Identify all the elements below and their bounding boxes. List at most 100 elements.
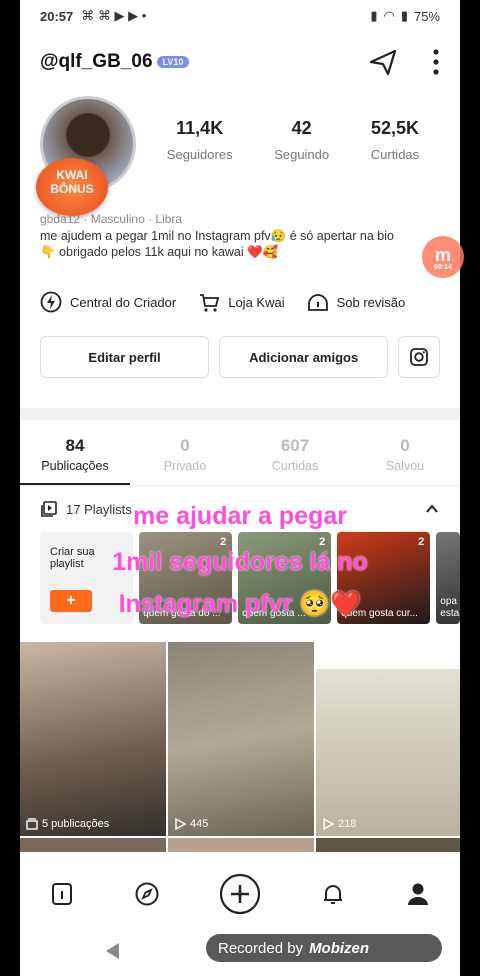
plus-icon[interactable]: + bbox=[50, 590, 92, 612]
home-icon[interactable] bbox=[49, 881, 75, 907]
tab-saved[interactable]: 0 Salvou bbox=[350, 420, 460, 485]
video-thumbnail[interactable]: 445 bbox=[168, 642, 314, 836]
kwai-bonus-badge[interactable]: KWAI BÔNUS bbox=[36, 158, 108, 216]
edit-profile-button[interactable]: Editar perfil bbox=[40, 336, 210, 378]
floating-bubble-timer: 00:14 bbox=[434, 264, 452, 271]
meta-sign: Libra bbox=[155, 212, 183, 226]
stat-followers[interactable]: 11,4K Seguidores bbox=[167, 118, 233, 198]
stat-value: 11,4K bbox=[176, 118, 224, 138]
play-icon bbox=[323, 818, 334, 830]
section-divider bbox=[20, 408, 460, 420]
playlist-caption: quem gosta cur... bbox=[341, 608, 418, 619]
tab-count: 0 bbox=[400, 436, 410, 455]
app-screen: 20:57 ⌘ ⌘ ▶ ▶ • ▮ ◠ ▮ 75% @qlf_GB_06 LV1… bbox=[20, 0, 460, 976]
tab-count: 0 bbox=[180, 436, 190, 455]
lightning-icon bbox=[40, 291, 62, 313]
meta-gender: Masculino bbox=[90, 212, 145, 226]
signal-icon: ▮ bbox=[370, 8, 378, 23]
playlists-header[interactable]: 17 Playlists bbox=[20, 486, 460, 532]
creator-center-button[interactable]: Central do Criador bbox=[40, 291, 176, 313]
wifi-icon: ◠ bbox=[383, 8, 395, 23]
stat-likes[interactable]: 52,5K Curtidas bbox=[371, 118, 419, 198]
avatar-container[interactable]: KWAI BÔNUS bbox=[36, 96, 136, 216]
username: @qlf_GB_06 bbox=[40, 51, 153, 72]
create-playlist-card[interactable]: Criar sua playlist + bbox=[40, 532, 134, 624]
playlist-caption: quem gosta ... bbox=[242, 608, 306, 619]
clock: 20:57 bbox=[40, 8, 74, 24]
video-thumbnail[interactable]: 5 publicações bbox=[20, 642, 166, 836]
recorder-brand: Mobizen bbox=[309, 939, 370, 957]
playlist-carousel: Criar sua playlist + 2 quem gosta do ...… bbox=[20, 532, 460, 628]
video-grid-next-row bbox=[20, 838, 460, 852]
battery-icon: ▮ bbox=[400, 8, 408, 23]
stat-label: Seguindo bbox=[274, 147, 330, 162]
stack-icon bbox=[26, 818, 38, 830]
profile-topbar: @qlf_GB_06 LV10 bbox=[20, 32, 460, 92]
content-tabs: 84 Publicações 0 Privado 607 Curtidas 0 … bbox=[20, 420, 460, 486]
badge-line-2: BÔNUS bbox=[50, 182, 94, 196]
discover-icon[interactable] bbox=[134, 881, 160, 907]
under-review-button[interactable]: Sob revisão bbox=[307, 291, 406, 313]
playlist-caption: quem gosta do ... bbox=[143, 608, 221, 619]
stat-value: 42 bbox=[291, 118, 312, 138]
floating-recorder-bubble[interactable]: m 00:14 bbox=[422, 236, 464, 278]
kwai-shop-label: Loja Kwai bbox=[228, 294, 285, 310]
tab-posts[interactable]: 84 Publicações bbox=[20, 420, 130, 485]
tab-label: Privado bbox=[163, 459, 207, 473]
tab-count: 84 bbox=[65, 436, 85, 455]
stat-following[interactable]: 42 Seguindo bbox=[274, 118, 329, 198]
video-footer: 218 bbox=[338, 818, 357, 830]
tab-likes[interactable]: 607 Curtidas bbox=[240, 420, 350, 485]
video-thumbnail[interactable] bbox=[168, 838, 314, 852]
level-badge: LV10 bbox=[156, 56, 190, 68]
recorded-by-label: Recorded by bbox=[218, 939, 304, 957]
notification-icons: ⌘ ⌘ ▶ ▶ • bbox=[81, 8, 147, 23]
video-thumbnail[interactable] bbox=[20, 838, 166, 852]
stat-label: Curtidas bbox=[370, 147, 420, 162]
status-bar: 20:57 ⌘ ⌘ ▶ ▶ • ▮ ◠ ▮ 75% bbox=[20, 0, 460, 32]
back-icon[interactable] bbox=[104, 942, 120, 960]
video-grid: 5 publicações 445 218 bbox=[20, 642, 460, 836]
video-thumbnail[interactable] bbox=[316, 838, 460, 852]
more-options-icon[interactable] bbox=[432, 49, 440, 75]
tab-label: Salvou bbox=[385, 459, 425, 473]
playlist-card[interactable]: 2 quem gosta do ... bbox=[139, 532, 233, 624]
create-icon[interactable] bbox=[219, 873, 261, 915]
stat-value: 52,5K bbox=[370, 118, 419, 138]
profile-stats: 11,4K Seguidores 42 Seguindo 52,5K Curti… bbox=[136, 96, 440, 198]
instagram-button[interactable] bbox=[398, 336, 440, 378]
creator-tools: Central do Criador Loja Kwai Sob revisão bbox=[20, 260, 460, 322]
video-footer: 5 publicações bbox=[42, 818, 110, 830]
instagram-icon bbox=[410, 348, 429, 366]
bottom-navigation bbox=[20, 862, 460, 926]
kwai-shop-button[interactable]: Loja Kwai bbox=[198, 291, 285, 313]
stat-label: Seguidores bbox=[166, 147, 233, 162]
profile-summary: KWAI BÔNUS 11,4K Seguidores 42 Seguindo … bbox=[20, 92, 460, 216]
battery-percent: 75% bbox=[413, 8, 440, 24]
tab-private[interactable]: 0 Privado bbox=[130, 420, 240, 485]
playlists-count-label: 17 Playlists bbox=[66, 501, 132, 517]
notifications-icon[interactable] bbox=[320, 881, 346, 907]
cart-icon bbox=[200, 294, 220, 312]
video-footer: 445 bbox=[190, 818, 209, 830]
share-icon[interactable] bbox=[368, 47, 398, 77]
playlist-card[interactable]: 2 quem gosta ... bbox=[238, 532, 332, 624]
playlist-count: 2 bbox=[319, 536, 326, 548]
floating-bubble-label: m bbox=[434, 245, 451, 265]
under-review-label: Sob revisão bbox=[336, 294, 406, 310]
profile-bio: me ajudem a pegar 1mil no Instagram pfv😥… bbox=[40, 229, 394, 259]
profile-buttons: Editar perfil Adicionar amigos bbox=[20, 322, 460, 384]
playlist-count: 2 bbox=[220, 536, 227, 548]
profile-icon[interactable] bbox=[405, 881, 431, 907]
playlist-card[interactable]: 2 quem gosta cur... bbox=[337, 532, 431, 624]
video-thumbnail[interactable]: 218 bbox=[316, 642, 460, 836]
chevron-up-icon[interactable] bbox=[424, 501, 440, 517]
tab-label: Publicações bbox=[41, 459, 109, 473]
playlist-count: 2 bbox=[418, 536, 425, 548]
tab-label: Curtidas bbox=[271, 459, 319, 473]
playlist-card[interactable]: opa esta bbox=[436, 532, 460, 624]
add-friends-button[interactable]: Adicionar amigos bbox=[219, 336, 389, 378]
review-icon bbox=[307, 294, 328, 311]
badge-line-1: KWAI bbox=[56, 168, 88, 182]
tab-count: 607 bbox=[280, 436, 310, 455]
